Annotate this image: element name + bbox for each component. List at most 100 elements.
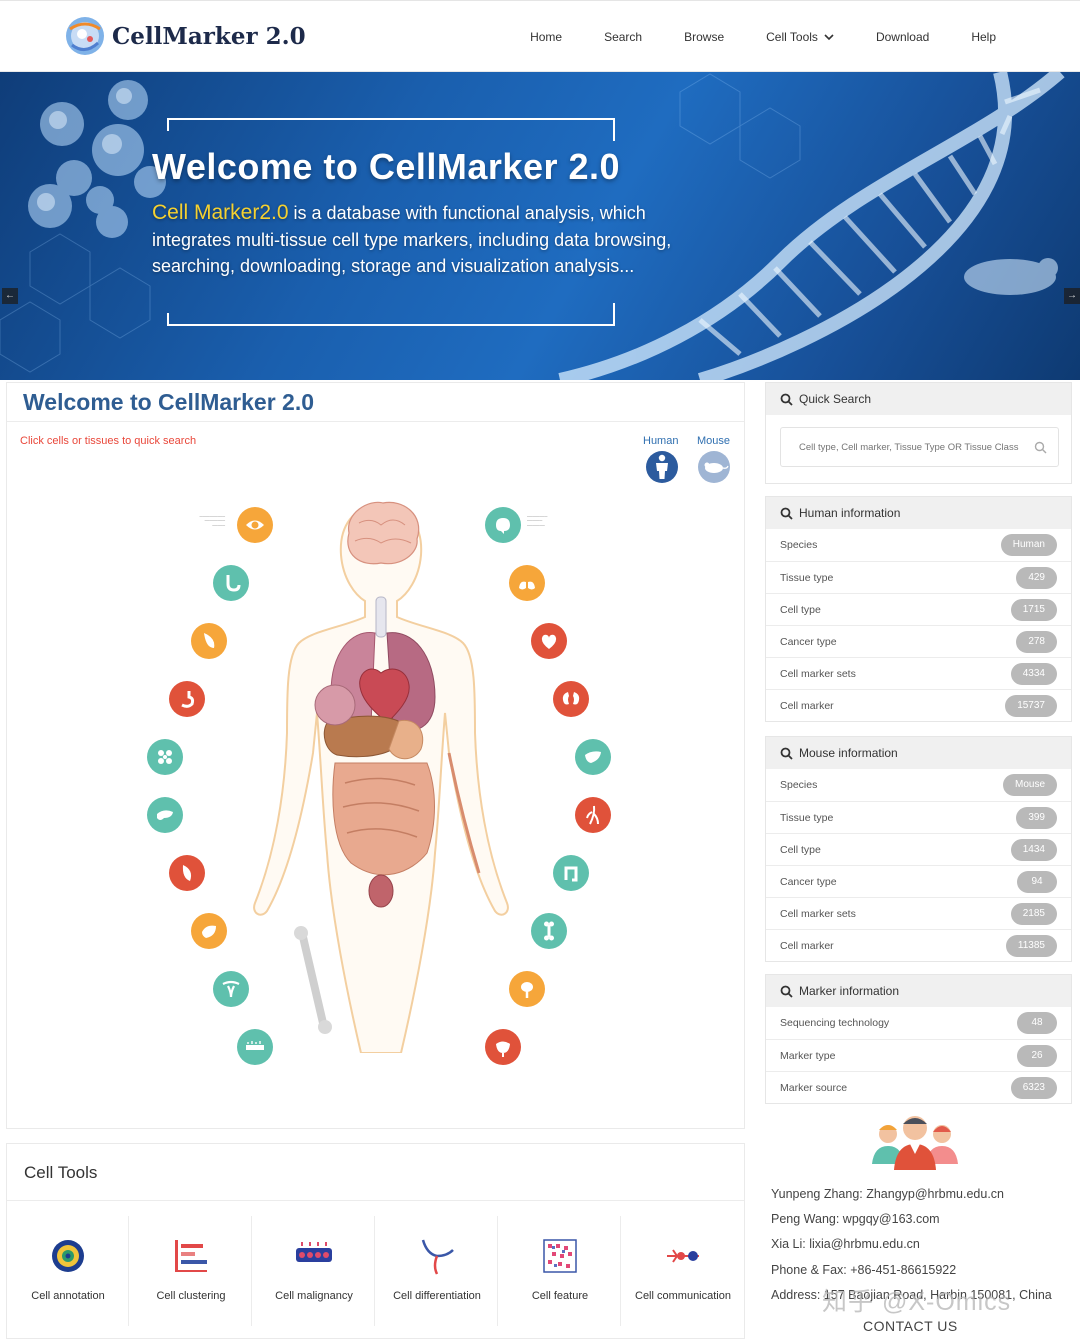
- hero-banner: Welcome to CellMarker 2.0 Cell Marker2.0…: [0, 72, 1080, 380]
- liver-icon: [585, 751, 601, 763]
- search-icon: [780, 985, 793, 998]
- tool-label: Cell differentiation: [393, 1290, 481, 1302]
- sequencing-technology-row[interactable]: Sequencing technology 48: [766, 1007, 1071, 1039]
- quick-search-box: Quick Search: [765, 382, 1072, 484]
- human-species-row[interactable]: Species Human: [766, 529, 1071, 561]
- mouse-cell-marker-row[interactable]: Cell marker 11385: [766, 929, 1071, 961]
- nav-cell-tools[interactable]: Cell Tools: [766, 30, 834, 44]
- row-label: Cancer type: [780, 875, 837, 888]
- row-label: Tissue type: [780, 811, 834, 824]
- cells-icon: [158, 750, 172, 764]
- human-tissue-type-row[interactable]: Tissue type 429: [766, 561, 1071, 593]
- organ-uterus-button[interactable]: [213, 971, 249, 1007]
- nav-browse[interactable]: Browse: [684, 30, 724, 44]
- human-cell-marker-row[interactable]: Cell marker 15737: [766, 689, 1071, 721]
- human-species-icon[interactable]: [646, 451, 678, 483]
- nav-cell-tools-label: Cell Tools: [766, 30, 818, 44]
- banner-prev-arrow[interactable]: ←: [2, 288, 18, 304]
- count-badge: 399: [1016, 806, 1057, 829]
- organ-prostate-button[interactable]: [509, 971, 545, 1007]
- tool-cell-feature[interactable]: Cell feature: [499, 1216, 621, 1326]
- organ-heart-button[interactable]: [531, 623, 567, 659]
- mouse-species-row[interactable]: Species Mouse: [766, 769, 1071, 801]
- mouse-cell-marker-sets-row[interactable]: Cell marker sets 2185: [766, 897, 1071, 929]
- organ-brain-button[interactable]: [485, 507, 521, 543]
- bone-icon: [544, 921, 554, 941]
- cell-tools-heading: Cell Tools: [24, 1163, 98, 1182]
- banner-title: Welcome to CellMarker 2.0: [152, 146, 621, 187]
- marker-type-row[interactable]: Marker type 26: [766, 1039, 1071, 1071]
- organ-label-block: ────────── ──────── ─────: [199, 515, 225, 528]
- cell-communication-icon: [667, 1249, 699, 1263]
- human-cancer-type-row[interactable]: Cancer type 278: [766, 625, 1071, 657]
- contact-phone-fax: Phone & Fax: +86-451-86615922: [771, 1263, 957, 1277]
- organ-eye-button[interactable]: [237, 507, 273, 543]
- organ-stomach-button[interactable]: [213, 565, 249, 601]
- logo[interactable]: CellMarker 2.0: [64, 15, 306, 57]
- organ-vessel-button[interactable]: [575, 797, 611, 833]
- quick-search-input[interactable]: [780, 427, 1059, 467]
- tool-cell-clustering[interactable]: Cell clustering: [130, 1216, 252, 1326]
- organ-embryo-button[interactable]: [191, 913, 227, 949]
- organ-skin-button[interactable]: [237, 1029, 273, 1065]
- nav-download[interactable]: Download: [876, 30, 929, 44]
- search-icon: [780, 507, 793, 520]
- mouse-info-header: Mouse information: [766, 737, 1071, 769]
- brand-name: CellMarker 2.0: [112, 22, 306, 50]
- organ-breast-button[interactable]: [191, 623, 227, 659]
- lung-icon: [519, 576, 535, 590]
- mouse-species-icon[interactable]: [698, 451, 730, 483]
- organ-bladder-button[interactable]: [485, 1029, 521, 1065]
- organ-bone-button[interactable]: [531, 913, 567, 949]
- banner-next-arrow[interactable]: →: [1064, 288, 1080, 304]
- row-label: Cell marker: [780, 939, 834, 952]
- nav-help[interactable]: Help: [971, 30, 996, 44]
- tool-cell-annotation[interactable]: Cell annotation: [7, 1216, 129, 1326]
- organ-blood-button[interactable]: [147, 739, 183, 775]
- mouse-cell-type-row[interactable]: Cell type 1434: [766, 833, 1071, 865]
- quick-search-hint: Click cells or tissues to quick search: [20, 435, 197, 447]
- row-label: Cell type: [780, 843, 821, 856]
- row-label: Cell marker sets: [780, 667, 856, 680]
- bladder-icon: [496, 1041, 510, 1057]
- search-icon[interactable]: [1034, 441, 1047, 454]
- count-badge: 278: [1016, 630, 1057, 653]
- nav-home[interactable]: Home: [530, 30, 562, 44]
- organ-liver-button[interactable]: [575, 739, 611, 775]
- mouse-tissue-type-row[interactable]: Tissue type 399: [766, 801, 1071, 833]
- count-badge: Human: [1000, 534, 1057, 556]
- nav-search[interactable]: Search: [604, 30, 642, 44]
- marker-source-row[interactable]: Marker source 6323: [766, 1071, 1071, 1103]
- tool-cell-communication[interactable]: Cell communication: [622, 1216, 744, 1326]
- organ-pancreas-button[interactable]: [147, 797, 183, 833]
- organ-kidney-button[interactable]: [553, 681, 589, 717]
- banner-highlight: Cell Marker2.0: [152, 201, 289, 224]
- organ-colon-button[interactable]: [553, 855, 589, 891]
- row-label: Sequencing technology: [780, 1017, 890, 1029]
- watermark: 知乎 @X-Omics: [822, 1288, 1012, 1316]
- organ-intestine-button[interactable]: [169, 681, 205, 717]
- tool-label: Cell feature: [531, 1290, 589, 1302]
- row-label: Marker type: [780, 1049, 836, 1062]
- cellmarker-logo-icon: [66, 17, 104, 55]
- organ-label-block: ──────── ────── ───────: [527, 515, 548, 528]
- human-anatomy-illustration[interactable]: [231, 493, 531, 1053]
- tool-cell-differentiation[interactable]: Cell differentiation: [376, 1216, 498, 1326]
- count-badge: 1715: [1010, 598, 1057, 621]
- row-label: Species: [780, 779, 818, 791]
- human-cell-type-row[interactable]: Cell type 1715: [766, 593, 1071, 625]
- body-map-panel: Welcome to CellMarker 2.0 Click cells or…: [6, 382, 745, 1129]
- count-badge: 429: [1016, 566, 1057, 589]
- organ-lung-button[interactable]: [509, 565, 545, 601]
- search-icon: [780, 747, 793, 760]
- cell-malignancy-icon: [296, 1242, 332, 1262]
- tool-cell-malignancy[interactable]: Cell malignancy: [253, 1216, 375, 1326]
- human-info-list: Species Human Tissue type 429 Cell type 171…: [766, 529, 1071, 721]
- count-badge: 2185: [1010, 902, 1057, 925]
- count-badge: 26: [1017, 1044, 1057, 1067]
- placenta-icon: [182, 865, 192, 881]
- organ-placenta-button[interactable]: [169, 855, 205, 891]
- mouse-cancer-type-row[interactable]: Cancer type 94: [766, 865, 1071, 897]
- species-label-human: Human: [643, 435, 679, 447]
- human-cell-marker-sets-row[interactable]: Cell marker sets 4334: [766, 657, 1071, 689]
